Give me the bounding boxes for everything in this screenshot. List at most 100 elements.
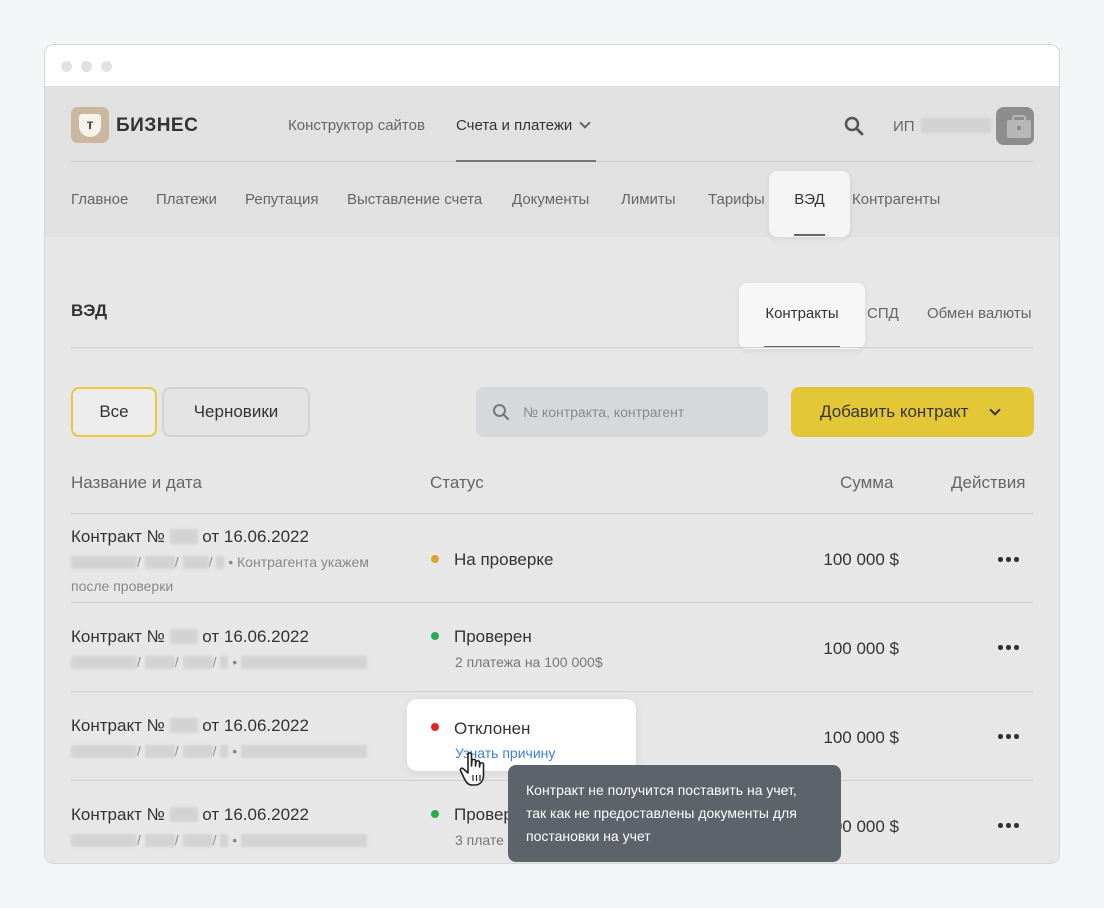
sub-nav-invoice[interactable]: Выставление счета bbox=[347, 191, 482, 208]
blurred-detail bbox=[182, 656, 213, 669]
status-text: Проверен bbox=[454, 627, 532, 646]
status-verified-dot bbox=[431, 810, 439, 818]
sub-nav-ved[interactable]: ВЭД bbox=[769, 171, 850, 237]
sub-nav-reputation[interactable]: Репутация bbox=[245, 191, 318, 208]
blurred-detail bbox=[71, 656, 137, 669]
contract-title-suffix: от 16.06.2022 bbox=[202, 716, 309, 735]
blurred-detail bbox=[241, 656, 368, 669]
add-contract-button[interactable]: Добавить контракт bbox=[791, 387, 1034, 437]
sub-nav-main[interactable]: Главное bbox=[71, 191, 128, 208]
blurred-detail bbox=[71, 834, 137, 847]
status-payments-note: 2 платежа на 100 000$ bbox=[455, 654, 603, 670]
blurred-detail bbox=[220, 834, 229, 847]
blurred-detail bbox=[144, 556, 175, 569]
avatar[interactable] bbox=[996, 107, 1034, 145]
rejection-reason-tooltip: Контракт не получится поставить на учет,… bbox=[508, 765, 841, 862]
contract-number-blurred bbox=[169, 629, 198, 644]
tab-contracts[interactable]: Контракты bbox=[739, 283, 865, 349]
brand-logo[interactable]: т bbox=[71, 107, 109, 143]
window-dot-icon bbox=[81, 61, 92, 72]
more-actions-icon[interactable] bbox=[998, 557, 1020, 563]
tooltip-line: так как не предоставлены документы для bbox=[526, 805, 797, 821]
page-title: ВЭД bbox=[71, 301, 108, 320]
blurred-detail bbox=[144, 745, 175, 758]
column-header-status: Статус bbox=[430, 473, 484, 492]
contract-title-prefix: Контракт № bbox=[71, 805, 165, 824]
row-divider bbox=[71, 513, 1033, 514]
blurred-detail bbox=[71, 556, 137, 569]
chevron-down-icon bbox=[579, 117, 591, 129]
sub-nav-documents[interactable]: Документы bbox=[512, 191, 589, 208]
more-actions-icon[interactable] bbox=[998, 823, 1020, 829]
search-input[interactable]: № контракта, контрагент bbox=[476, 387, 768, 437]
counterparty-note-line2: после проверки bbox=[71, 578, 174, 594]
blurred-detail bbox=[220, 745, 229, 758]
app-header: т БИЗНЕС Конструктор сайтов Счета и плат… bbox=[45, 87, 1059, 237]
contract-title-prefix: Контракт № bbox=[71, 627, 165, 646]
contract-title-prefix: Контракт № bbox=[71, 527, 165, 546]
sub-nav-ved-label: ВЭД bbox=[794, 191, 825, 208]
contract-amount: 100 000 $ bbox=[823, 550, 899, 569]
tab-currency-exchange[interactable]: Обмен валюты bbox=[927, 305, 1032, 322]
status-text: На проверке bbox=[454, 550, 554, 569]
user-prefix: ИП bbox=[893, 118, 915, 135]
status-rejected-dot bbox=[431, 723, 439, 731]
contract-title[interactable]: Контракт № от 16.06.2022 bbox=[71, 716, 309, 736]
blurred-detail bbox=[216, 556, 225, 569]
sub-nav-counterparties[interactable]: Контрагенты bbox=[852, 191, 940, 208]
blurred-detail bbox=[241, 745, 368, 758]
user-name-blurred bbox=[920, 118, 991, 133]
window-dot-icon bbox=[61, 61, 72, 72]
browser-window: т БИЗНЕС Конструктор сайтов Счета и плат… bbox=[44, 44, 1060, 864]
blurred-detail bbox=[182, 834, 213, 847]
tab-contracts-label: Контракты bbox=[765, 305, 839, 322]
tooltip-line: постановки на учет bbox=[526, 828, 651, 844]
chevron-down-icon bbox=[989, 404, 1001, 416]
column-header-actions: Действия bbox=[951, 473, 1026, 492]
top-nav-active-indicator bbox=[456, 160, 596, 162]
blurred-detail bbox=[144, 834, 175, 847]
sub-nav-payments[interactable]: Платежи bbox=[156, 191, 217, 208]
sub-nav-active-indicator bbox=[794, 234, 825, 236]
contract-details: / / / • bbox=[71, 828, 368, 852]
blurred-detail bbox=[220, 656, 229, 669]
blurred-detail bbox=[241, 834, 368, 847]
sub-nav-tariffs[interactable]: Тарифы bbox=[708, 191, 765, 208]
contract-title[interactable]: Контракт № от 16.06.2022 bbox=[71, 805, 309, 825]
status-verified-dot bbox=[431, 632, 439, 640]
row-divider bbox=[71, 691, 1033, 692]
contract-amount: 100 000 $ bbox=[823, 639, 899, 658]
contract-title[interactable]: Контракт № от 16.06.2022 bbox=[71, 527, 309, 547]
more-actions-icon[interactable] bbox=[998, 645, 1020, 651]
search-icon bbox=[493, 404, 510, 421]
top-nav-site-builder[interactable]: Конструктор сайтов bbox=[288, 117, 425, 134]
blurred-detail bbox=[182, 745, 213, 758]
filter-drafts-button[interactable]: Черновики bbox=[162, 387, 310, 437]
contract-title[interactable]: Контракт № от 16.06.2022 bbox=[71, 627, 309, 647]
tooltip-line: Контракт не получится поставить на учет, bbox=[526, 782, 797, 798]
brand-name: БИЗНЕС bbox=[116, 115, 199, 136]
top-nav-accounts-payments[interactable]: Счета и платежи bbox=[456, 117, 591, 134]
filter-all-button[interactable]: Все bbox=[71, 387, 157, 437]
contract-number-blurred bbox=[169, 807, 198, 822]
window-dot-icon bbox=[101, 61, 112, 72]
contract-title-suffix: от 16.06.2022 bbox=[202, 805, 309, 824]
status-text: Отклонен bbox=[454, 719, 531, 738]
column-header-amount: Сумма bbox=[840, 473, 894, 492]
more-actions-icon[interactable] bbox=[998, 734, 1020, 740]
row-divider bbox=[71, 602, 1033, 603]
user-name[interactable]: ИП bbox=[893, 118, 991, 135]
status-rejected-card: Отклонен Узнать причину bbox=[407, 699, 636, 771]
shield-icon: т bbox=[79, 114, 101, 137]
contract-title-suffix: от 16.06.2022 bbox=[202, 627, 309, 646]
hand-pointer-icon bbox=[459, 752, 485, 786]
contract-number-blurred bbox=[169, 529, 198, 544]
status-text: Провер bbox=[454, 805, 513, 824]
contract-details: / / / • Контрагента укажем после проверк… bbox=[71, 554, 369, 594]
search-icon[interactable] bbox=[844, 116, 864, 136]
sub-nav-limits[interactable]: Лимиты bbox=[621, 191, 676, 208]
status-payments-note: 3 плате bbox=[455, 832, 504, 848]
tab-spd[interactable]: СПД bbox=[867, 305, 899, 322]
search-placeholder: № контракта, контрагент bbox=[523, 404, 685, 420]
add-contract-label: Добавить контракт bbox=[820, 402, 969, 421]
